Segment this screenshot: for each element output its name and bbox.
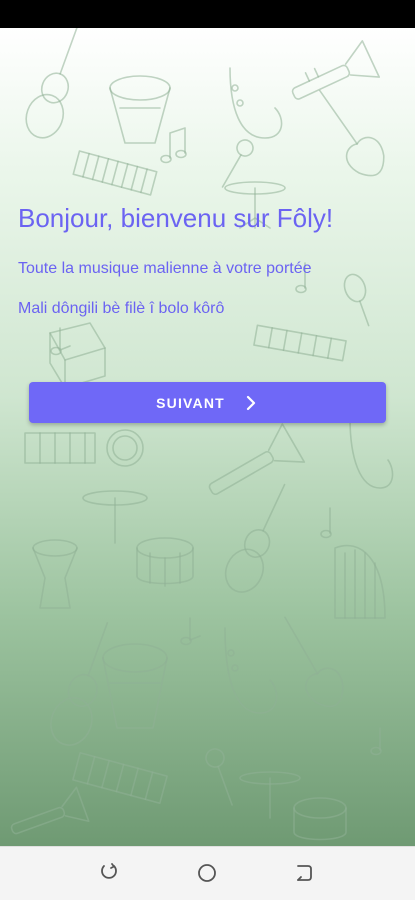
status-bar <box>0 0 415 28</box>
music-instruments-pattern <box>0 28 415 846</box>
recent-apps-button[interactable] <box>98 862 120 889</box>
onboarding-screen: Bonjour, bienvenu sur Fôly! Toute la mus… <box>0 0 415 900</box>
home-icon <box>196 862 218 889</box>
next-button-label: SUIVANT <box>156 394 225 411</box>
system-navigation-bar <box>0 846 415 900</box>
welcome-subtitle-bambara: Mali dôngili bè filè î bolo kôrô <box>18 300 225 317</box>
home-button[interactable] <box>196 862 218 889</box>
next-button[interactable]: SUIVANT <box>29 382 386 423</box>
chevron-right-icon <box>243 395 259 411</box>
welcome-content: Bonjour, bienvenu sur Fôly! Toute la mus… <box>0 28 415 846</box>
back-icon <box>293 862 315 889</box>
welcome-title: Bonjour, bienvenu sur Fôly! <box>18 203 334 233</box>
recent-apps-icon <box>98 862 120 889</box>
back-button[interactable] <box>293 864 315 886</box>
welcome-subtitle-french: Toute la musique malienne à votre portée <box>18 260 312 277</box>
